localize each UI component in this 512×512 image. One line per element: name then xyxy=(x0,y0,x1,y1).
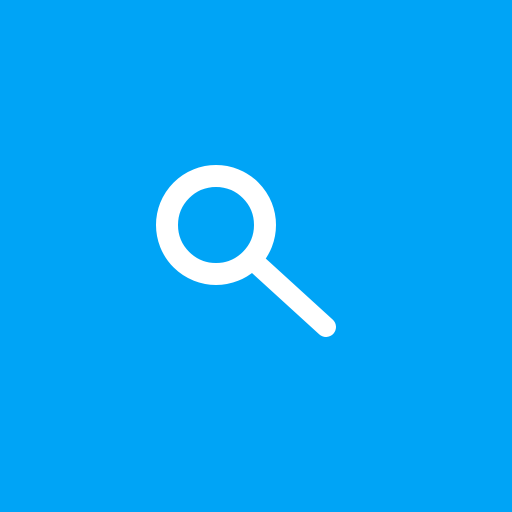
search-button[interactable] xyxy=(0,0,512,512)
search-icon xyxy=(156,165,336,337)
search-tile xyxy=(0,0,512,512)
